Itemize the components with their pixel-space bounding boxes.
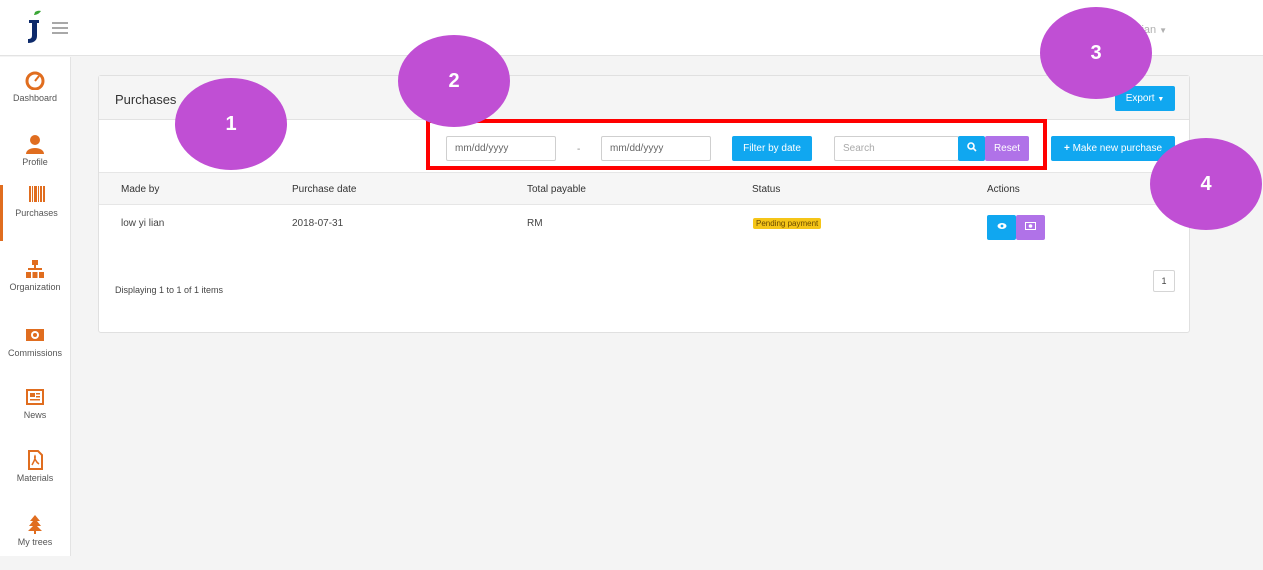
status-badge: Pending payment <box>753 218 822 229</box>
cell-made-by: low yi lian <box>121 218 165 229</box>
date-range-separator: - <box>577 144 581 155</box>
money-icon <box>1025 222 1036 230</box>
reset-button[interactable]: Reset <box>985 136 1029 161</box>
sidebar-item-materials[interactable]: Materials <box>0 450 70 506</box>
cell-total-payable: RM <box>527 218 543 229</box>
sitemap-icon <box>26 260 44 278</box>
chevron-down-icon: ▼ <box>1157 96 1165 103</box>
sidebar-item-commissions[interactable]: Commissions <box>0 325 70 381</box>
menu-toggle-icon[interactable] <box>52 22 68 37</box>
callout-4: 4 <box>1150 138 1262 230</box>
page-button-1[interactable]: 1 <box>1153 270 1175 292</box>
date-to-input[interactable] <box>601 136 711 161</box>
user-icon <box>26 135 44 154</box>
column-header-total-payable[interactable]: Total payable <box>527 184 586 195</box>
cell-purchase-date: 2018-07-31 <box>292 218 344 229</box>
sidebar-item-label: Dashboard <box>12 93 58 103</box>
filter-by-date-button[interactable]: Filter by date <box>732 136 812 161</box>
tree-icon <box>28 515 42 534</box>
view-button[interactable] <box>987 215 1016 240</box>
callout-2: 2 <box>398 35 510 127</box>
chevron-down-icon: ▼ <box>1159 26 1168 35</box>
plus-icon: + <box>1063 143 1070 154</box>
barcode-icon <box>28 186 45 202</box>
app-logo[interactable] <box>26 10 42 49</box>
sidebar-item-label: Purchases <box>15 208 58 218</box>
sidebar-item-my-trees[interactable]: My trees <box>0 514 70 570</box>
sidebar-item-label: My trees <box>17 537 53 547</box>
search-input[interactable] <box>834 136 959 161</box>
column-header-status[interactable]: Status <box>752 184 780 195</box>
pagination-info: Displaying 1 to 1 of 1 items <box>115 285 224 295</box>
make-new-purchase-button[interactable]: + Make new purchase <box>1051 136 1175 161</box>
pdf-icon <box>28 450 43 470</box>
sidebar-item-news[interactable]: News <box>0 387 70 443</box>
date-from-input[interactable] <box>446 136 556 161</box>
pay-button[interactable] <box>1016 215 1045 240</box>
sidebar-item-label: Materials <box>16 473 54 483</box>
column-header-purchase-date[interactable]: Purchase date <box>292 184 357 195</box>
sidebar-item-dashboard[interactable]: Dashboard <box>0 70 70 126</box>
sidebar-item-label: Commissions <box>7 348 62 358</box>
sidebar-item-organization[interactable]: Organization <box>0 259 70 315</box>
sidebar-item-label: Organization <box>9 282 61 292</box>
column-header-made-by[interactable]: Made by <box>121 184 159 195</box>
make-new-purchase-label: Make new purchase <box>1072 143 1163 154</box>
sidebar-item-profile[interactable]: Profile <box>0 134 70 190</box>
eye-icon <box>997 223 1006 229</box>
newspaper-icon <box>26 389 44 405</box>
search-icon <box>966 142 977 152</box>
sidebar: Dashboard Profile Purchases Organization <box>0 57 71 556</box>
sidebar-item-label: News <box>23 410 47 420</box>
sidebar-item-label: Profile <box>22 157 48 167</box>
sidebar-item-purchases[interactable]: Purchases <box>0 185 70 241</box>
speedometer-icon <box>25 71 45 90</box>
search-button[interactable] <box>958 136 985 161</box>
callout-1: 1 <box>175 78 287 170</box>
column-header-actions: Actions <box>987 184 1020 195</box>
table-header: Made by Purchase date Total payable Stat… <box>99 172 1189 205</box>
callout-3: 3 <box>1040 7 1152 99</box>
money-icon <box>26 329 44 341</box>
page-title: Purchases <box>115 92 177 107</box>
export-label: Export <box>1125 93 1155 104</box>
